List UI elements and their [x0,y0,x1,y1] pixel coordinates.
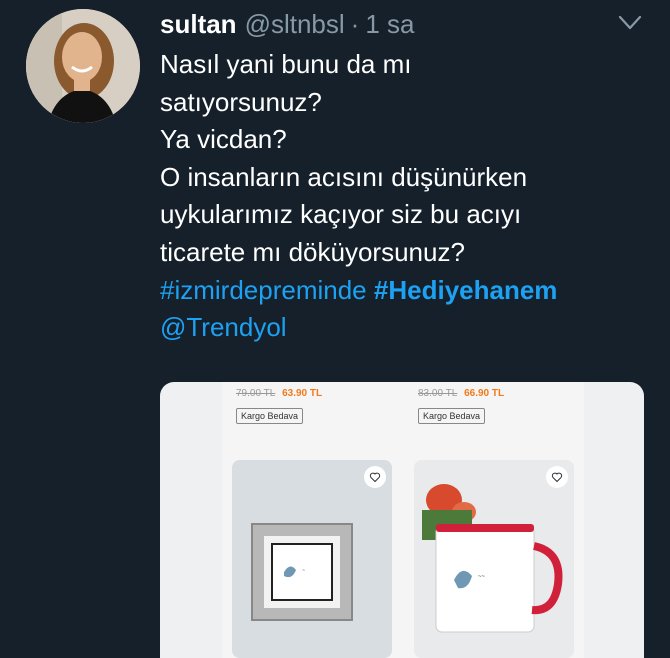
tweet-header: sultan @sltnbsl · 1 sa [160,4,640,44]
tweet-line: Ya vicdan? [160,124,287,155]
mention-line: @Trendyol [160,309,650,347]
hashtag-hediyehanem[interactable]: #Hediyehanem [374,275,558,305]
price-row: 79.00 TL 63.90 TL [236,388,322,399]
mug-with-flowers-image: ~~ [414,460,574,658]
shipping-badge: Kargo Bedava [236,408,304,424]
tweet-line: Nasıl yani bunu da mı [160,49,412,79]
framed-print-image: ~ [232,460,392,658]
user-handle[interactable]: @sltnbsl [245,9,345,40]
heart-icon[interactable] [546,466,568,488]
product-screenshot: 79.00 TL 63.90 TL Kargo Bedava ~ 83.00 T… [222,382,584,658]
chevron-down-icon[interactable] [618,14,642,32]
display-name[interactable]: sultan [160,9,237,40]
timestamp[interactable]: 1 sa [365,9,414,40]
tweet-text: Nasıl yani bunu da mı satıyorsunuz? Ya v… [160,46,650,347]
hashtag-izmirdepreminde[interactable]: #izmirdepreminde [160,275,367,305]
tweet-line: ticarete mı döküyorsunuz? [160,236,465,267]
svg-text:~: ~ [302,568,305,574]
tweet-line: O insanların acısını düşünürken [160,161,528,192]
new-price: 66.90 TL [464,388,505,399]
svg-text:~~: ~~ [478,574,486,580]
price-row: 83.00 TL 66.90 TL [418,388,504,399]
avatar[interactable] [26,9,140,123]
mention-trendyol[interactable]: @Trendyol [160,312,287,342]
hashtag-line: #izmirdepreminde #Hediyehanem [160,272,650,310]
heart-icon[interactable] [364,466,386,488]
shipping-badge: Kargo Bedava [418,408,486,424]
tweet-line: satıyorsunuz? [160,86,322,117]
old-price: 79.00 TL [236,388,276,399]
tweet-line: uykularımız kaçıyor siz bu acıyı [160,199,522,230]
profile-photo [26,9,140,123]
separator-dot: · [350,8,360,39]
tweet-media[interactable]: 79.00 TL 63.90 TL Kargo Bedava ~ 83.00 T… [160,382,644,658]
new-price: 63.90 TL [282,388,323,399]
old-price: 83.00 TL [418,388,458,399]
